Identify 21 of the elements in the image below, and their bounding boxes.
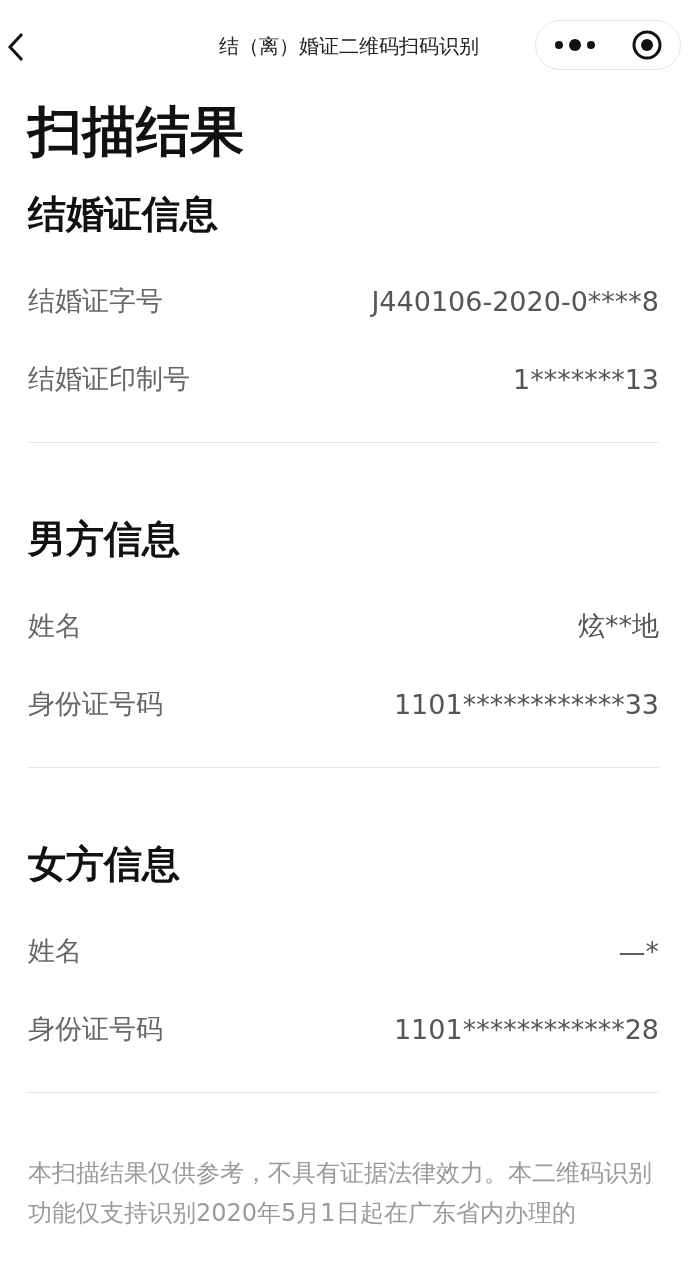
- field-value: 1*******13: [512, 363, 659, 395]
- field-label: 身份证号码: [28, 687, 163, 721]
- field-label: 姓名: [28, 609, 82, 643]
- nav-title: 结（离）婚证二维码扫码识别: [217, 32, 480, 60]
- page-title: 扫描结果: [28, 99, 245, 165]
- field-value: J440106-2020-0****8: [371, 285, 659, 317]
- field-label: 身份证号码: [28, 1012, 163, 1046]
- capsule-menu[interactable]: [535, 20, 681, 70]
- disclaimer-text: 本扫描结果仅供参考，不具有证据法律效力。本二维码识别功能仅支持识别2020年5月1日起在广东省内办理的: [28, 1092, 659, 1233]
- field-value: 1101************33: [393, 688, 659, 720]
- section-heading: 女方信息: [28, 841, 181, 888]
- section-heading: 男方信息: [28, 516, 181, 563]
- back-icon[interactable]: [6, 32, 26, 62]
- more-icon[interactable]: [553, 39, 596, 51]
- field-label: 结婚证印制号: [28, 362, 190, 396]
- field-label: 姓名: [28, 934, 82, 968]
- section-heading: 结婚证信息: [28, 191, 219, 238]
- field-value: 1101************28: [393, 1013, 659, 1045]
- field-label: 结婚证字号: [28, 284, 163, 318]
- field-value: 炫**地: [578, 609, 659, 643]
- field-value: —*: [618, 935, 659, 967]
